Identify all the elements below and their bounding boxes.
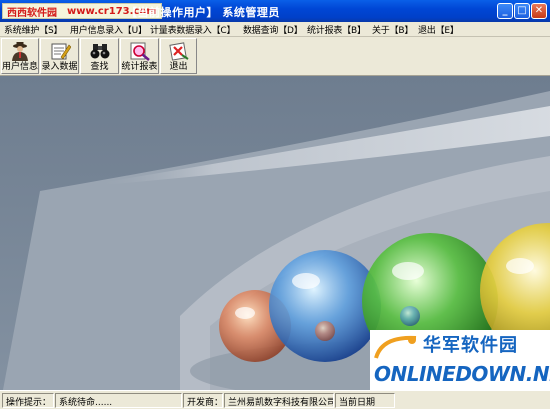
maximize-icon: □ <box>517 5 527 16</box>
toolbar-report-button[interactable]: 统计报表 <box>120 38 159 74</box>
minimize-button[interactable]: _ <box>497 3 513 19</box>
menu-user-info-entry[interactable]: 用户信息录入【U】 <box>70 23 147 36</box>
user-icon <box>12 42 28 61</box>
binoculars-icon <box>90 44 109 59</box>
menu-data-query[interactable]: 数据查询【D】 <box>243 23 303 36</box>
site-logo: 华军软件园 ONLINEDOWN.NET <box>370 330 550 392</box>
close-icon: ✕ <box>534 5 544 16</box>
watermark-brand: 西西软件园 <box>7 7 57 19</box>
toolbar-search-button[interactable]: 查找 <box>80 38 119 74</box>
toolbar-report-label: 统计报表 <box>121 62 158 72</box>
exit-icon <box>168 42 189 61</box>
logo-arc-icon <box>374 335 417 359</box>
status-hint-value: 系统待命...... <box>55 393 182 408</box>
logo-chinese-text: 华军软件园 <box>423 335 518 356</box>
window-title: 【当前操作用户】 系统管理员 <box>126 6 280 19</box>
toolbar-user-info-button[interactable]: 用户信息 <box>1 38 39 74</box>
toolbar-search-label: 查找 <box>90 62 109 72</box>
close-button[interactable]: ✕ <box>531 3 547 19</box>
logo-english-text: ONLINEDOWN.NET <box>374 362 550 386</box>
menu-system-maintenance[interactable]: 系统维护【S】 <box>4 23 63 36</box>
status-bar: 操作提示： 系统待命...... 开发商： 兰州易凯数字科技有限公司 当前日期 <box>0 390 550 409</box>
status-date-label: 当前日期 <box>335 393 395 408</box>
status-hint-label: 操作提示： <box>2 393 54 408</box>
toolbar: 用户信息 录入数据 查找 统计报表 退出 <box>0 37 550 76</box>
maximize-button[interactable]: □ <box>514 3 530 19</box>
menu-about[interactable]: 关于【B】 <box>372 23 413 36</box>
status-developer-label: 开发商： <box>183 393 223 408</box>
status-developer-value: 兰州易凯数字科技有限公司 <box>224 393 334 408</box>
menu-bar: 系统维护【S】 用户信息录入【U】 计量表数据录入【C】 数据查询【D】 统计报… <box>0 22 550 37</box>
menu-exit[interactable]: 退出【E】 <box>418 23 459 36</box>
toolbar-exit-button[interactable]: 退出 <box>160 38 197 74</box>
minimize-icon: _ <box>502 5 508 16</box>
toolbar-user-info-label: 用户信息 <box>2 62 39 72</box>
data-entry-icon <box>51 43 71 60</box>
menu-statistics-report[interactable]: 统计报表【B】 <box>307 23 366 36</box>
main-window: 西西软件园 www.cr173.com 【当前操作用户】 系统管理员 _ □ ✕… <box>0 0 550 409</box>
toolbar-data-entry-label: 录入数据 <box>41 62 78 72</box>
menu-meter-data-entry[interactable]: 计量表数据录入【C】 <box>150 23 235 36</box>
report-magnifier-icon <box>130 42 150 61</box>
toolbar-data-entry-button[interactable]: 录入数据 <box>40 38 79 74</box>
toolbar-exit-label: 退出 <box>169 62 188 72</box>
title-bar[interactable]: 西西软件园 www.cr173.com 【当前操作用户】 系统管理员 _ □ ✕ <box>0 0 550 22</box>
